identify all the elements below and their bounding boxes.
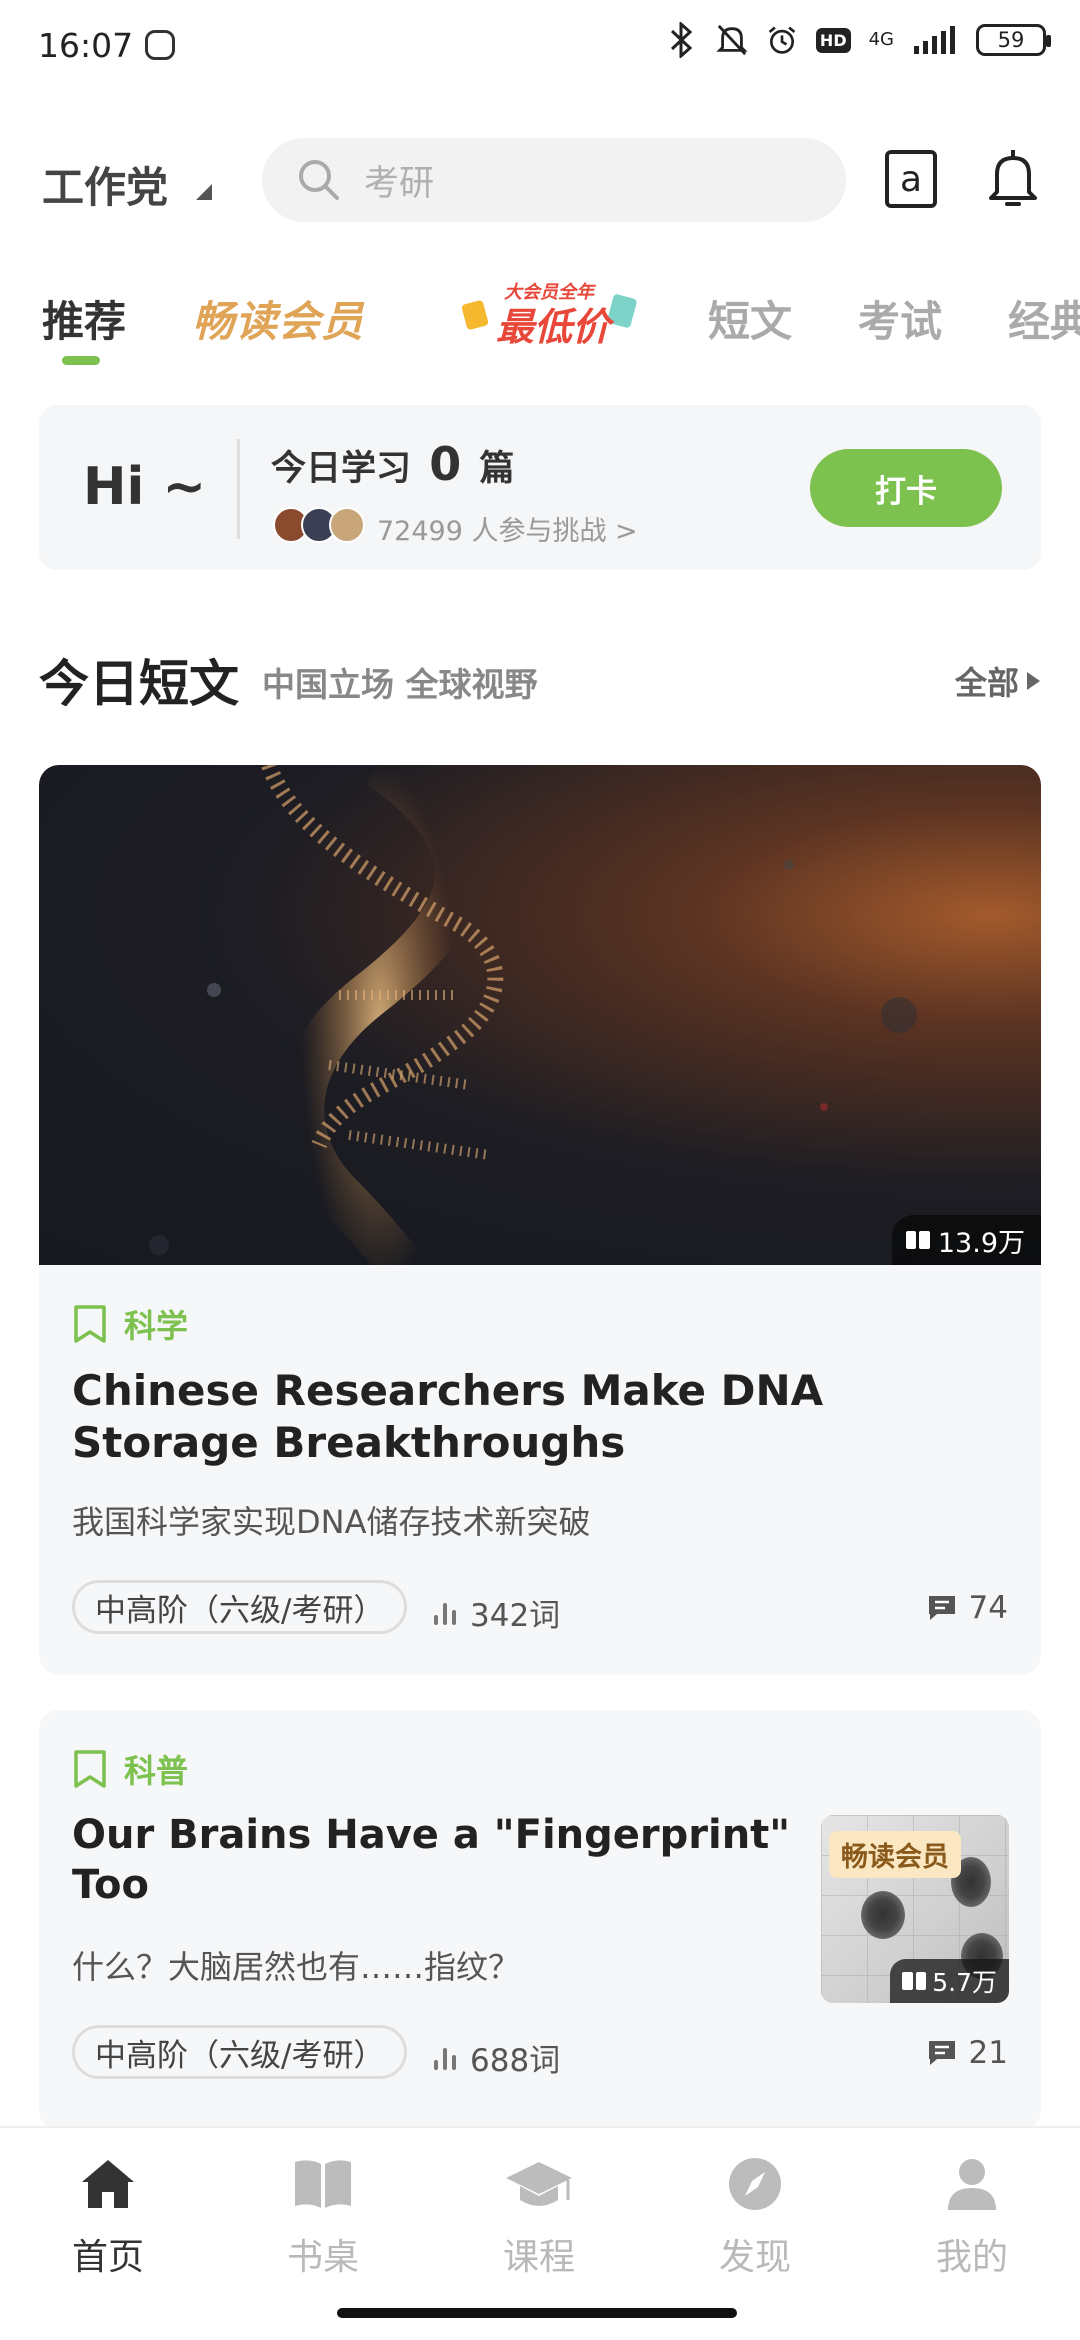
status-time: 16:07 xyxy=(38,25,134,65)
comment-count-label: 74 xyxy=(968,1590,1008,1626)
nav-discover[interactable]: 发现 xyxy=(680,2156,830,2280)
dropdown-arrow-icon[interactable] xyxy=(196,184,212,200)
word-count: 688词 xyxy=(434,2035,560,2080)
article-card[interactable]: 科普 Our Brains Have a "Fingerprint" Too 什… xyxy=(39,1710,1041,2130)
search-icon xyxy=(299,160,339,200)
stats-icon xyxy=(434,2046,460,2070)
article-category: 科学 xyxy=(72,1301,188,1347)
section-title: 今日短文 xyxy=(39,655,239,713)
book-icon xyxy=(295,2160,351,2208)
person-icon xyxy=(948,2159,996,2210)
word-count: 342词 xyxy=(434,1590,560,1635)
bookmark-icon xyxy=(74,1305,106,1343)
nav-profile[interactable]: 我的 xyxy=(897,2156,1047,2280)
fingerprint-mark xyxy=(861,1891,905,1939)
avatar xyxy=(329,507,365,543)
alarm-icon xyxy=(766,22,798,58)
promo-main-text: 最低价 xyxy=(496,305,611,349)
bluetooth-icon xyxy=(666,22,698,58)
word-count-label: 342词 xyxy=(470,1598,561,1634)
battery-icon: 59 xyxy=(976,24,1051,56)
tab-vip-reading[interactable]: 畅读会员 xyxy=(192,288,364,349)
category-label: 科普 xyxy=(124,1752,189,1790)
status-icons: HD 4G 59 xyxy=(666,22,1051,58)
category-label: 科学 xyxy=(124,1307,189,1345)
compass-icon xyxy=(729,2158,781,2210)
status-bar: 16:07 HD 4G 59 xyxy=(0,0,1080,90)
today-prefix: 今日学习 xyxy=(271,449,412,489)
article-subtitle: 什么？大脑居然也有……指纹？ xyxy=(72,1948,521,1986)
bookmark-icon xyxy=(74,1750,106,1788)
level-tag: 中高阶（六级/考研） xyxy=(72,1580,408,1634)
article-card[interactable]: 13.9万 科学 Chinese Researchers Make DNA St… xyxy=(39,765,1041,1675)
tab-active-indicator xyxy=(62,356,100,365)
network-label: 4G xyxy=(868,29,894,50)
mute-bell-icon xyxy=(716,22,748,58)
dictionary-icon[interactable]: a xyxy=(885,150,937,208)
notification-icon xyxy=(145,30,176,60)
read-count-icon xyxy=(905,1231,930,1249)
identity-selector[interactable]: 工作党 xyxy=(42,154,168,215)
checkin-card: Hi ~ 今日学习 0 篇 72499 人参与挑战 > 打卡 xyxy=(39,405,1041,570)
comment-count[interactable]: 21 xyxy=(927,2035,1008,2071)
nav-label: 首页 xyxy=(71,2237,144,2278)
comment-count-label: 21 xyxy=(968,2035,1008,2071)
article-subtitle: 我国科学家实现DNA储存技术新突破 xyxy=(72,1503,591,1541)
article-cover-image: 13.9万 xyxy=(39,765,1041,1265)
home-indicator[interactable] xyxy=(337,2308,737,2318)
today-suffix: 篇 xyxy=(479,449,515,489)
nav-label: 书桌 xyxy=(286,2237,359,2278)
level-tag: 中高阶（六级/考研） xyxy=(72,2025,408,2079)
arrow-right-icon xyxy=(1027,672,1040,690)
nav-home[interactable]: 首页 xyxy=(33,2156,183,2280)
tab-promo-lowest-price[interactable]: 大会员全年 最低价 xyxy=(460,280,640,349)
word-count-label: 688词 xyxy=(470,2043,561,2079)
nav-label: 课程 xyxy=(502,2237,575,2278)
tab-classics[interactable]: 经典 xyxy=(1008,288,1080,349)
nav-desk[interactable]: 书桌 xyxy=(248,2156,398,2280)
notification-bell-icon[interactable] xyxy=(985,146,1041,214)
article-title[interactable]: Our Brains Have a "Fingerprint" Too xyxy=(72,1810,832,1910)
views-badge: 5.7万 xyxy=(890,1959,1009,2003)
article-thumbnail: 畅读会员 5.7万 xyxy=(821,1815,1009,2003)
stats-icon xyxy=(434,1601,460,1625)
read-count-icon xyxy=(902,1972,927,1990)
views-badge: 13.9万 xyxy=(891,1215,1041,1265)
comment-count[interactable]: 74 xyxy=(927,1590,1008,1626)
search-bar[interactable]: 考研 xyxy=(262,138,846,222)
views-count: 5.7万 xyxy=(932,1968,997,1997)
tab-recommend[interactable]: 推荐 xyxy=(42,288,126,349)
views-count: 13.9万 xyxy=(937,1227,1025,1259)
vip-badge: 畅读会员 xyxy=(829,1831,961,1878)
nav-courses[interactable]: 课程 xyxy=(464,2156,614,2280)
today-study-count: 今日学习 0 篇 xyxy=(271,437,514,491)
today-count: 0 xyxy=(429,437,462,491)
view-all-link[interactable]: 全部 xyxy=(955,658,1040,704)
challenge-participants-link[interactable]: 72499 人参与挑战 > xyxy=(377,509,638,548)
article-title[interactable]: Chinese Researchers Make DNA Storage Bre… xyxy=(72,1365,972,1469)
view-all-label: 全部 xyxy=(954,664,1019,702)
dna-helix-illustration xyxy=(149,765,917,1265)
tab-short-articles[interactable]: 短文 xyxy=(708,288,792,349)
nav-label: 发现 xyxy=(718,2237,791,2278)
tab-exam[interactable]: 考试 xyxy=(858,288,942,349)
greeting: Hi ~ xyxy=(83,457,207,517)
home-icon xyxy=(82,2160,134,2208)
section-subtitle: 中国立场 全球视野 xyxy=(262,665,538,704)
nav-label: 我的 xyxy=(935,2237,1008,2278)
comment-icon xyxy=(928,1596,955,1620)
category-tabs: 推荐 畅读会员 大会员全年 最低价 短文 考试 经典 xyxy=(0,280,1080,370)
signal-icon xyxy=(912,22,958,58)
divider xyxy=(237,439,240,539)
hd-icon: HD xyxy=(815,27,851,53)
participant-avatars xyxy=(273,507,365,543)
comment-icon xyxy=(928,2041,955,2065)
checkin-button[interactable]: 打卡 xyxy=(810,449,1002,527)
section-header: 今日短文 中国立场 全球视野 全部 xyxy=(0,640,1080,713)
article-category: 科普 xyxy=(72,1746,188,1792)
app-header: 工作党 考研 a xyxy=(0,138,1080,226)
search-placeholder: 考研 xyxy=(364,163,435,204)
graduation-cap-icon xyxy=(506,2162,572,2206)
